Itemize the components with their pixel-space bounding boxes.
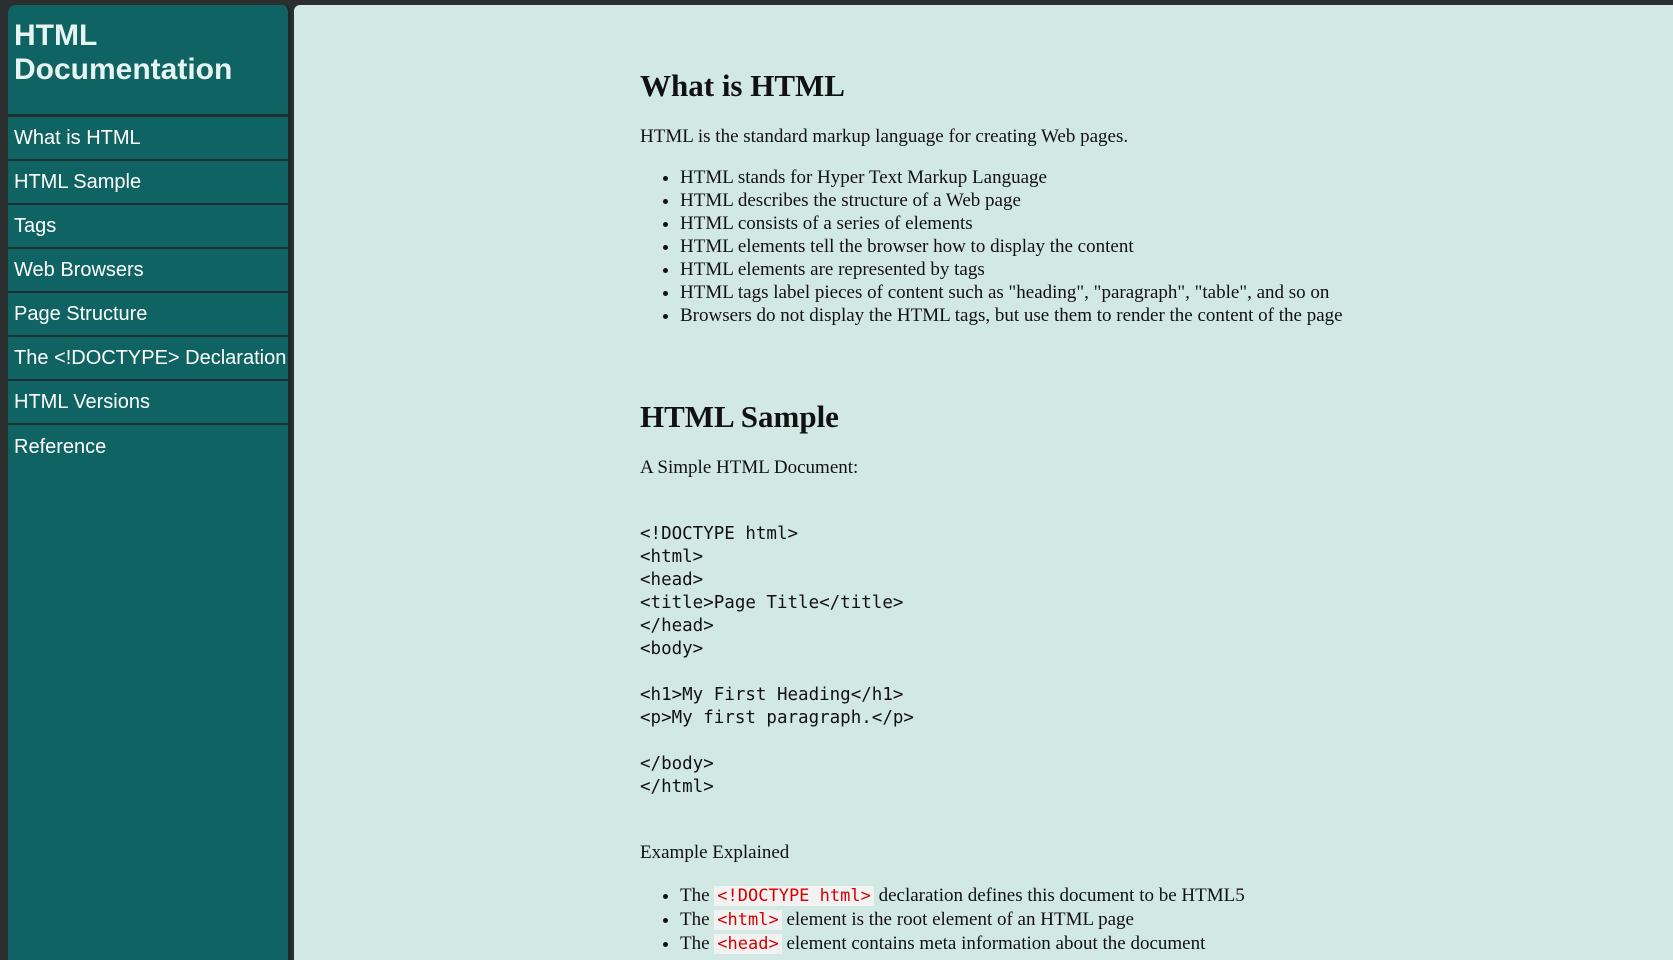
list-item: HTML consists of a series of elements [680, 212, 1673, 235]
app-frame: HTML Documentation What is HTML HTML Sam… [0, 0, 1673, 960]
code-tag: <!DOCTYPE html> [714, 886, 874, 906]
code-tag: <head> [714, 934, 782, 954]
section-intro: A Simple HTML Document: [640, 457, 859, 478]
list-item: The <!DOCTYPE html> declaration defines … [680, 884, 1673, 908]
nav-list: What is HTML HTML Sample Tags Web Browse… [8, 117, 288, 469]
explained-text: element is the root element of an HTML p… [786, 909, 1134, 930]
list-item: The <head> element contains meta informa… [680, 932, 1673, 956]
nav-item-html-sample[interactable]: HTML Sample [8, 161, 288, 205]
explained-prefix: The [680, 933, 710, 954]
sidebar-title-line2: Documentation [14, 53, 233, 86]
nav-item-doctype-declaration[interactable]: The <!DOCTYPE> Declaration [8, 337, 288, 381]
explained-text: element contains meta information about … [786, 933, 1206, 954]
code-tag: <html> [714, 910, 782, 930]
explained-text: declaration defines this document to be … [878, 885, 1245, 906]
list-item: HTML describes the structure of a Web pa… [680, 189, 1673, 212]
nav-item-tags[interactable]: Tags [8, 205, 288, 249]
sidebar-nav: HTML Documentation What is HTML HTML Sam… [8, 5, 291, 960]
list-item: HTML tags label pieces of content such a… [680, 281, 1673, 304]
list-item: HTML stands for Hyper Text Markup Langua… [680, 166, 1673, 189]
sidebar-title-line1: HTML [14, 19, 98, 52]
nav-item-what-is-html[interactable]: What is HTML [8, 117, 288, 161]
sidebar-header: HTML Documentation [8, 5, 288, 117]
list-item: HTML elements are represented by tags [680, 258, 1673, 281]
example-explained-label: Example Explained [640, 842, 790, 863]
explained-list: The <!DOCTYPE html> declaration defines … [640, 884, 1673, 956]
code-block: <!DOCTYPE html> <html> <head> <title>Pag… [640, 524, 914, 797]
bullet-list: HTML stands for Hyper Text Markup Langua… [640, 166, 1673, 327]
section-heading: What is HTML [640, 68, 845, 103]
explained-prefix: The [680, 885, 710, 906]
section-heading: HTML Sample [640, 399, 839, 434]
list-item: HTML elements tell the browser how to di… [680, 235, 1673, 258]
explained-prefix: The [680, 909, 710, 930]
nav-item-page-structure[interactable]: Page Structure [8, 293, 288, 337]
nav-item-reference[interactable]: Reference [8, 425, 288, 469]
nav-item-html-versions[interactable]: HTML Versions [8, 381, 288, 425]
main-content-area[interactable]: What is HTML HTML is the standard markup… [294, 5, 1673, 960]
list-item: Browsers do not display the HTML tags, b… [680, 304, 1673, 327]
section-intro: HTML is the standard markup language for… [640, 126, 1129, 147]
nav-item-web-browsers[interactable]: Web Browsers [8, 249, 288, 293]
list-item: The <html> element is the root element o… [680, 908, 1673, 932]
